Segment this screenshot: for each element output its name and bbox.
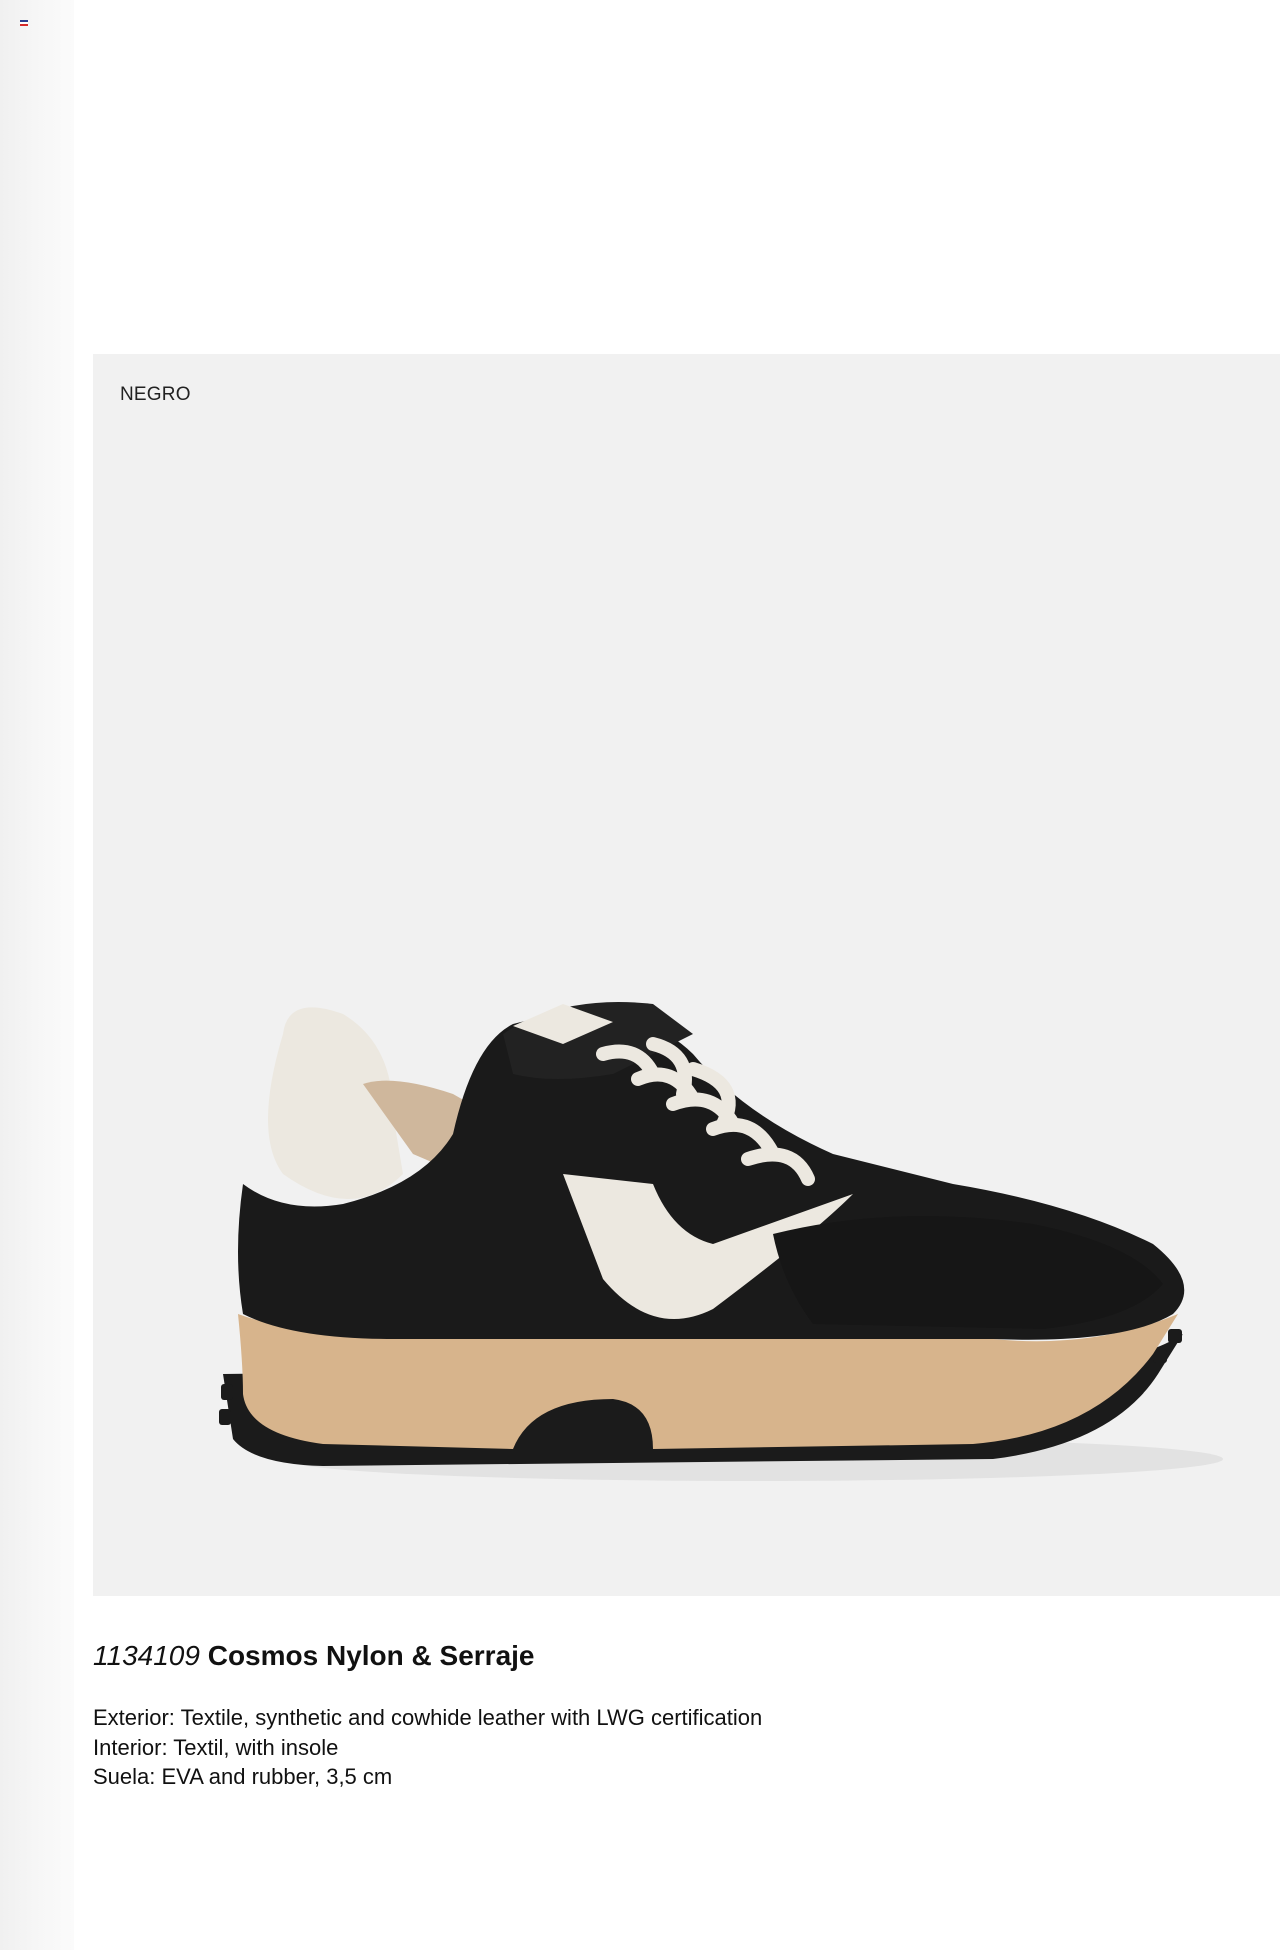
color-name-label: NEGRO [120, 384, 191, 405]
flag-icon [20, 20, 28, 26]
sneaker-image [219, 1002, 1223, 1481]
product-photo-panel: NEGRO [93, 354, 1280, 1596]
product-code: 1134109 [93, 1640, 200, 1671]
spec-sole: Suela: EVA and rubber, 3,5 cm [93, 1764, 393, 1789]
product-name: Cosmos Nylon & Serraje [207, 1640, 535, 1671]
product-specs: Exterior: Textile, synthetic and cowhide… [93, 1703, 762, 1792]
product-title: 1134109 Cosmos Nylon & Serraje [93, 1638, 535, 1674]
page-left-margin [0, 0, 74, 1950]
spec-exterior: Exterior: Textile, synthetic and cowhide… [93, 1705, 763, 1730]
spec-interior: Interior: Textil, with insole [93, 1734, 339, 1760]
catalog-page: NEGRO 1134109 Cosmos Nylon & Serraje Ext… [0, 0, 1280, 1950]
